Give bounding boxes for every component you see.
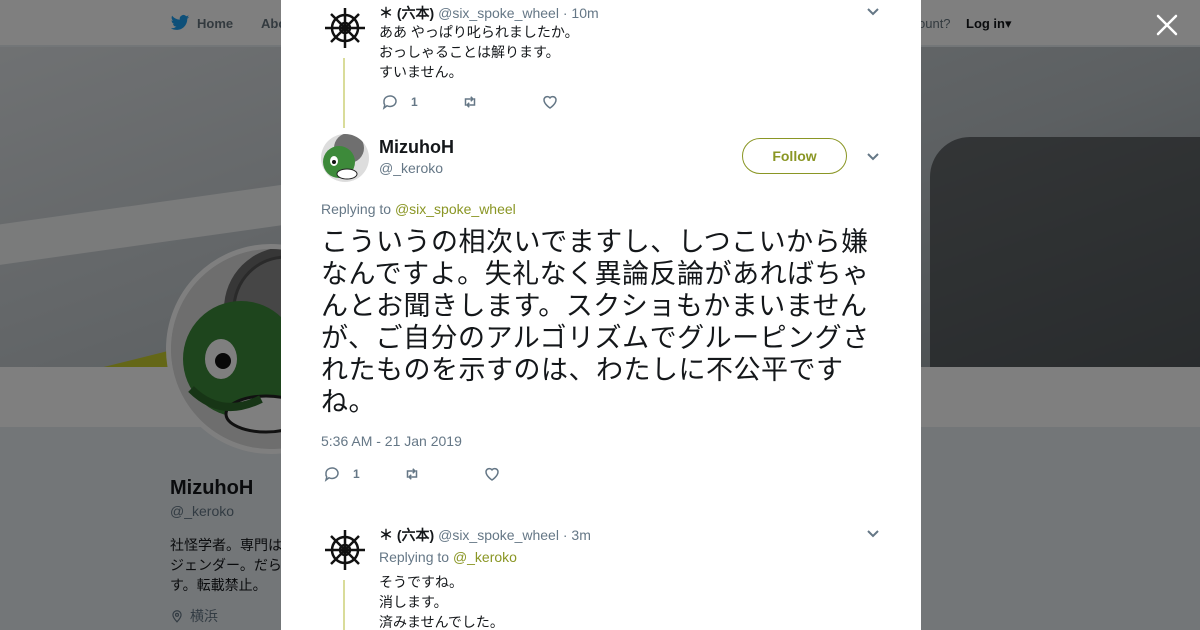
screen-name[interactable]: @six_spoke_wheel — [438, 5, 559, 21]
tweet-time[interactable]: 10m — [571, 5, 598, 21]
separator: · — [562, 5, 568, 21]
tweet-text: ああ やっぱり叱られましたか。 おっしゃることは解ります。 すいません。 — [379, 24, 579, 80]
ship-wheel-avatar[interactable] — [321, 4, 369, 52]
retweet-icon — [406, 468, 418, 480]
reply-icon — [324, 467, 339, 482]
retweet-button[interactable] — [403, 464, 433, 484]
tweet-text: そうですね。 消します。 済みませんでした。 — [379, 574, 504, 630]
replying-prefix: Replying to — [379, 549, 450, 565]
display-name[interactable]: ＊ (六本) — [379, 527, 434, 543]
mention-link[interactable]: @six_spoke_wheel — [395, 201, 516, 217]
heart-icon — [543, 95, 557, 109]
reply-icon — [382, 95, 397, 110]
tweet-time[interactable]: 3m — [571, 527, 590, 543]
replying-to: Replying to @_keroko — [379, 549, 517, 565]
reply-button[interactable]: 1 — [323, 464, 360, 484]
replying-prefix: Replying to — [321, 201, 392, 217]
reply-count: 1 — [353, 467, 360, 481]
retweet-button[interactable] — [461, 92, 491, 112]
author-screen-name[interactable]: @_keroko — [379, 160, 443, 176]
mention-link[interactable]: @_keroko — [453, 549, 517, 565]
heart-icon — [485, 467, 499, 481]
reply-count: 1 — [411, 95, 418, 109]
follow-button[interactable]: Follow — [742, 138, 847, 174]
reply-button[interactable]: 1 — [381, 92, 418, 112]
thread-connector — [343, 580, 345, 630]
tweet-permalink-modal: ＊ (六本) @six_spoke_wheel · 10m ああ やっぱり叱られ… — [281, 0, 921, 630]
tweet-timestamp[interactable]: 5:36 AM - 21 Jan 2019 — [321, 433, 462, 449]
ship-wheel-avatar[interactable] — [321, 526, 369, 574]
screen-name[interactable]: @six_spoke_wheel — [438, 527, 559, 543]
close-icon[interactable] — [1154, 12, 1180, 38]
like-button[interactable] — [541, 92, 571, 112]
chevron-down-icon[interactable] — [866, 527, 880, 541]
like-button[interactable] — [483, 464, 513, 484]
author-display-name[interactable]: MizuhoH — [379, 137, 454, 158]
display-name[interactable]: ＊ (六本) — [379, 5, 434, 21]
retweet-icon — [464, 96, 476, 108]
separator: · — [562, 527, 568, 543]
tweet-actions: 1 — [381, 92, 681, 112]
chevron-down-icon[interactable] — [866, 150, 880, 164]
tweet-header: ＊ (六本) @six_spoke_wheel · 10m — [379, 3, 599, 23]
chevron-down-icon[interactable] — [866, 5, 880, 19]
frog-avatar[interactable] — [321, 134, 369, 182]
tweet-text: こういうの相次いでますし、しつこいから嫌なんですよ。失礼なく異論反論があればちゃ… — [321, 227, 870, 417]
thread-connector — [343, 58, 345, 128]
tweet-actions: 1 — [323, 464, 623, 484]
replying-to: Replying to @six_spoke_wheel — [321, 201, 516, 217]
tweet-header: ＊ (六本) @six_spoke_wheel · 3m — [379, 525, 591, 545]
